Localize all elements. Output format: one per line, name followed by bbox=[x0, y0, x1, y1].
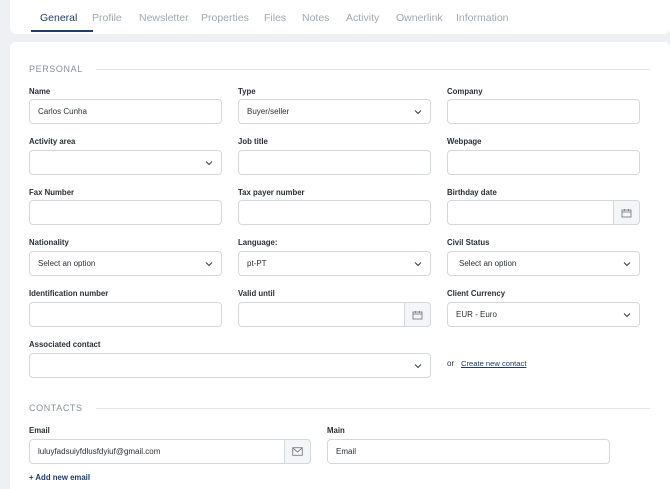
job-title-label: Job title bbox=[238, 137, 268, 146]
nationality-label: Nationality bbox=[29, 238, 69, 247]
chevron-down-icon bbox=[623, 262, 631, 267]
language-label: Language: bbox=[238, 238, 278, 247]
tab-files[interactable]: Files bbox=[264, 12, 286, 24]
envelope-icon bbox=[292, 447, 303, 456]
identification-number-label: Identification number bbox=[29, 289, 109, 298]
webpage-label: Webpage bbox=[447, 137, 482, 146]
main-value: Email bbox=[336, 447, 357, 456]
type-select[interactable]: Buyer/seller bbox=[238, 99, 431, 124]
section-title-personal: PERSONAL bbox=[29, 64, 83, 74]
client-currency-value: EUR - Euro bbox=[456, 310, 497, 319]
valid-until-input[interactable] bbox=[238, 302, 431, 327]
job-title-input[interactable] bbox=[238, 150, 431, 175]
activity-area-label: Activity area bbox=[29, 137, 76, 146]
or-text: or bbox=[447, 359, 455, 368]
tab-bar: General Profile Newsletter Properties Fi… bbox=[10, 0, 670, 34]
valid-until-label: Valid until bbox=[238, 289, 275, 298]
type-value: Buyer/seller bbox=[247, 107, 290, 116]
tab-newsletter[interactable]: Newsletter bbox=[139, 12, 189, 24]
tax-payer-number-label: Tax payer number bbox=[238, 188, 305, 197]
valid-until-calendar-button[interactable] bbox=[404, 302, 431, 327]
chevron-down-icon bbox=[414, 110, 422, 115]
nationality-select[interactable]: Select an option bbox=[29, 251, 222, 276]
chevron-down-icon bbox=[414, 364, 422, 369]
form-card: PERSONAL Name Carlos Cunha Type Buyer/se… bbox=[10, 42, 670, 489]
active-tab-indicator bbox=[31, 30, 93, 32]
client-currency-label: Client Currency bbox=[447, 289, 506, 298]
chevron-down-icon bbox=[623, 313, 631, 318]
chevron-down-icon bbox=[205, 161, 213, 166]
identification-number-input[interactable] bbox=[29, 302, 222, 327]
tab-information[interactable]: Information bbox=[456, 12, 509, 24]
tax-payer-number-input[interactable] bbox=[238, 200, 431, 225]
section-title-contacts: CONTACTS bbox=[29, 403, 83, 413]
tab-notes[interactable]: Notes bbox=[302, 12, 329, 24]
email-label: Email bbox=[29, 426, 50, 435]
language-value: pt-PT bbox=[247, 259, 267, 268]
email-input[interactable]: luluyfadsuiyfdlusfdyiuf@gmail.com bbox=[29, 439, 311, 464]
civil-status-select[interactable]: Select an option bbox=[447, 251, 640, 276]
client-currency-select[interactable]: EUR - Euro bbox=[447, 302, 640, 327]
chevron-down-icon bbox=[205, 262, 213, 267]
fax-number-label: Fax Number bbox=[29, 188, 75, 197]
birthday-date-input[interactable] bbox=[447, 200, 640, 225]
birthday-date-label: Birthday date bbox=[447, 188, 497, 197]
associated-contact-select[interactable] bbox=[29, 353, 431, 378]
section-divider bbox=[96, 69, 650, 70]
name-input[interactable]: Carlos Cunha bbox=[29, 99, 222, 124]
company-input[interactable] bbox=[447, 99, 640, 124]
nationality-value: Select an option bbox=[38, 259, 96, 268]
main-label: Main bbox=[327, 426, 345, 435]
add-new-email-button[interactable]: + Add new email bbox=[29, 473, 90, 482]
company-label: Company bbox=[447, 87, 483, 96]
tab-general[interactable]: General bbox=[40, 12, 77, 24]
calendar-icon bbox=[621, 208, 632, 217]
language-select[interactable]: pt-PT bbox=[238, 251, 431, 276]
section-divider bbox=[96, 408, 650, 409]
send-email-button[interactable] bbox=[284, 439, 311, 464]
civil-status-label: Civil Status bbox=[447, 238, 490, 247]
associated-contact-label: Associated contact bbox=[29, 340, 101, 349]
fax-number-input[interactable] bbox=[29, 200, 222, 225]
main-contact-select[interactable]: Email bbox=[327, 439, 610, 464]
webpage-input[interactable] bbox=[447, 150, 640, 175]
civil-status-value: Select an option bbox=[459, 259, 517, 268]
create-new-contact-link[interactable]: Create new contact bbox=[461, 359, 526, 368]
name-value: Carlos Cunha bbox=[38, 107, 87, 116]
tab-ownerlink[interactable]: Ownerlink bbox=[396, 12, 443, 24]
tab-properties[interactable]: Properties bbox=[201, 12, 249, 24]
type-label: Type bbox=[238, 87, 256, 96]
chevron-down-icon bbox=[414, 262, 422, 267]
calendar-icon bbox=[412, 310, 423, 319]
email-value: luluyfadsuiyfdlusfdyiuf@gmail.com bbox=[38, 447, 161, 456]
tab-profile[interactable]: Profile bbox=[92, 12, 122, 24]
activity-area-select[interactable] bbox=[29, 150, 222, 175]
tab-activity[interactable]: Activity bbox=[346, 12, 379, 24]
name-label: Name bbox=[29, 87, 51, 96]
birthday-calendar-button[interactable] bbox=[613, 200, 640, 225]
